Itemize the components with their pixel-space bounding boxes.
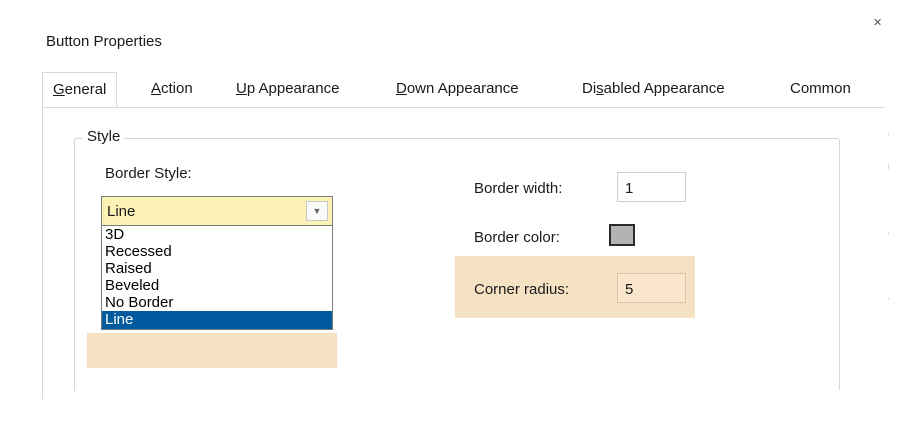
tab-general[interactable]: General bbox=[42, 72, 118, 108]
tab-action[interactable]: Action bbox=[151, 80, 193, 97]
tab-disabled-appearance[interactable]: Disabled Appearance bbox=[582, 80, 725, 97]
corner-radius-label: Corner radius: bbox=[474, 281, 570, 298]
title-bar: Button Properties × bbox=[24, 6, 890, 64]
selection-highlight bbox=[87, 333, 337, 368]
dropdown-option-recessed[interactable]: Recessed bbox=[102, 243, 332, 260]
border-color-label: Border color: bbox=[474, 229, 560, 246]
general-tab-panel: Style Border Style: Line ▼ 3D Recessed R… bbox=[42, 107, 889, 402]
tab-down-appearance[interactable]: Down Appearance bbox=[396, 80, 519, 97]
dropdown-option-line[interactable]: Line bbox=[102, 311, 332, 329]
dropdown-option-no-border[interactable]: No Border bbox=[102, 294, 332, 311]
border-style-combobox[interactable]: Line ▼ bbox=[101, 196, 333, 226]
border-width-input[interactable]: 1 bbox=[617, 172, 686, 202]
tab-up-appearance[interactable]: Up Appearance bbox=[236, 80, 339, 97]
tab-common[interactable]: Common bbox=[790, 80, 851, 97]
dropdown-option-raised[interactable]: Raised bbox=[102, 260, 332, 277]
button-properties-dialog: Button Properties × General Action Up Ap… bbox=[24, 6, 890, 402]
corner-radius-input[interactable]: 5 bbox=[617, 273, 686, 303]
border-style-dropdown-list: 3D Recessed Raised Beveled No Border Lin… bbox=[101, 226, 333, 330]
style-group-legend: Style bbox=[83, 128, 125, 145]
border-style-value: Line bbox=[107, 203, 136, 220]
chevron-down-icon[interactable]: ▼ bbox=[306, 201, 328, 221]
dropdown-option-beveled[interactable]: Beveled bbox=[102, 277, 332, 294]
dropdown-option-3d[interactable]: 3D bbox=[102, 226, 332, 243]
border-width-label: Border width: bbox=[474, 180, 563, 197]
border-style-label: Border Style: bbox=[105, 165, 192, 182]
close-icon[interactable]: × bbox=[873, 14, 882, 31]
border-color-swatch[interactable] bbox=[609, 224, 635, 246]
dialog-title: Button Properties bbox=[46, 33, 162, 50]
